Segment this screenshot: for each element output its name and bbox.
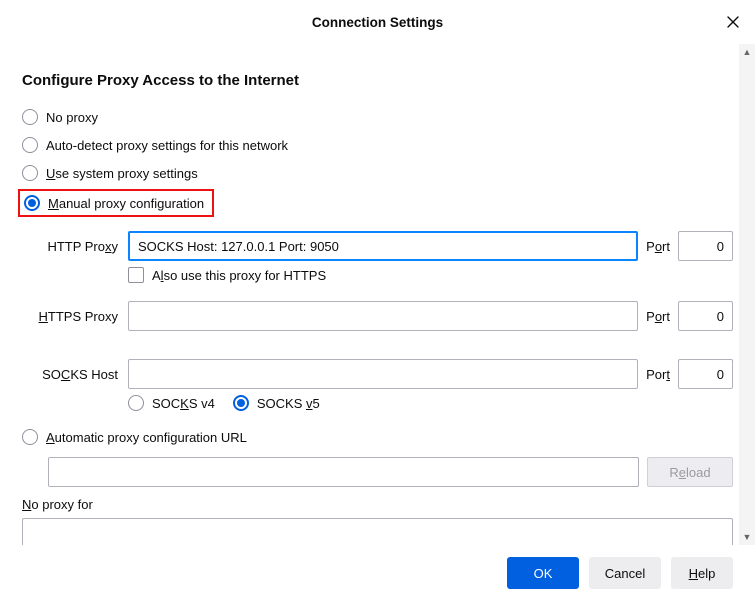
https-port-label: Port [646, 309, 670, 324]
https-proxy-row: HTTPS Proxy Port [22, 301, 733, 331]
dialog-content: Configure Proxy Access to the Internet N… [0, 44, 755, 545]
radio-label: Auto-detect proxy settings for this netw… [46, 138, 288, 153]
radio-icon-checked [233, 395, 249, 411]
checkbox-icon [128, 267, 144, 283]
socks-port-input[interactable] [678, 359, 733, 389]
socks-host-row: SOCKS Host Port [22, 359, 733, 389]
radio-icon-checked [24, 195, 40, 211]
help-button[interactable]: Help [671, 557, 733, 589]
mode-radio-pac[interactable]: Automatic proxy configuration URL [22, 423, 733, 451]
socks-v4-radio[interactable]: SOCKS v4 [128, 395, 215, 411]
dialog-title: Connection Settings [312, 15, 443, 30]
no-proxy-for-input[interactable] [22, 518, 733, 545]
ok-button[interactable]: OK [507, 557, 579, 589]
radio-icon [22, 165, 38, 181]
no-proxy-for-label: No proxy for [22, 497, 733, 512]
socks-host-label: SOCKS Host [22, 367, 120, 382]
https-proxy-input[interactable] [128, 301, 638, 331]
also-use-https-row[interactable]: Also use this proxy for HTTPS [128, 267, 733, 283]
radio-label: Use system proxy settings [46, 166, 198, 181]
radio-label: No proxy [46, 110, 98, 125]
reload-button[interactable]: Reload [647, 457, 733, 487]
mode-radio-no-proxy[interactable]: No proxy [22, 103, 733, 131]
http-port-input[interactable] [678, 231, 733, 261]
close-button[interactable] [721, 10, 745, 34]
http-port-label: Port [646, 239, 670, 254]
socks-port-label: Port [646, 367, 670, 382]
radio-icon [128, 395, 144, 411]
socks-v5-radio[interactable]: SOCKS v5 [233, 395, 320, 411]
mode-radio-manual-highlight: Manual proxy configuration [18, 189, 214, 217]
dialog-titlebar: Connection Settings [0, 0, 755, 44]
cancel-button[interactable]: Cancel [589, 557, 661, 589]
mode-radio-system-proxy[interactable]: Use system proxy settings [22, 159, 733, 187]
also-use-https-label: Also use this proxy for HTTPS [152, 268, 326, 283]
socks-host-input[interactable] [128, 359, 638, 389]
radio-icon [22, 109, 38, 125]
radio-label: SOCKS v5 [257, 396, 320, 411]
radio-icon [22, 137, 38, 153]
radio-label: Automatic proxy configuration URL [46, 430, 247, 445]
mode-radio-auto-detect[interactable]: Auto-detect proxy settings for this netw… [22, 131, 733, 159]
dialog-footer: OK Cancel Help [0, 545, 755, 601]
mode-radio-manual[interactable]: Manual proxy configuration [24, 195, 204, 211]
http-proxy-row: HTTP Proxy Port [22, 231, 733, 261]
pac-url-input[interactable] [48, 457, 639, 487]
http-proxy-input[interactable] [128, 231, 638, 261]
socks-version-group: SOCKS v4 SOCKS v5 [128, 395, 733, 411]
radio-icon [22, 429, 38, 445]
pac-url-row: Reload [48, 457, 733, 487]
close-icon [726, 15, 740, 29]
https-proxy-label: HTTPS Proxy [22, 309, 120, 324]
radio-label: Manual proxy configuration [48, 196, 204, 211]
section-heading: Configure Proxy Access to the Internet [22, 72, 733, 89]
http-proxy-label: HTTP Proxy [22, 239, 120, 254]
radio-label: SOCKS v4 [152, 396, 215, 411]
https-port-input[interactable] [678, 301, 733, 331]
